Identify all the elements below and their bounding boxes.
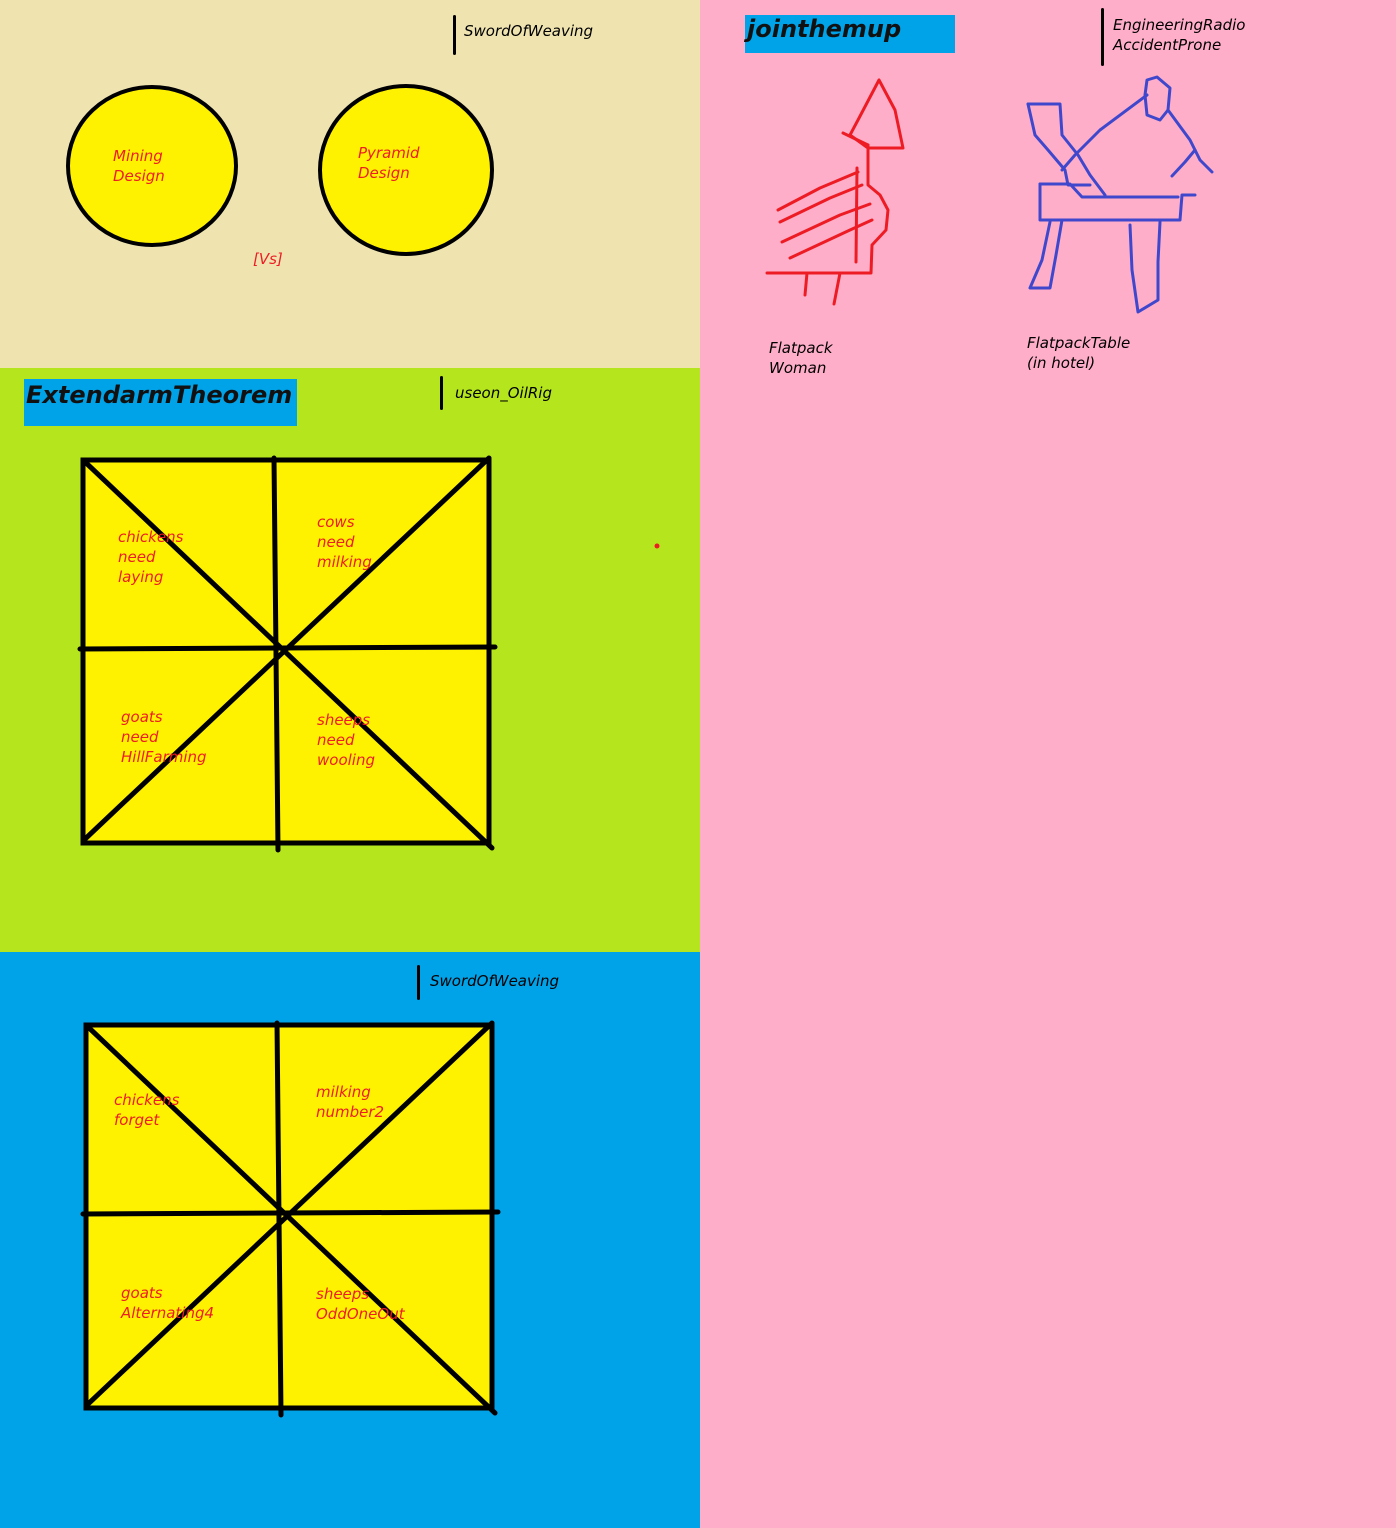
cell-bottom-left: goats Alternating4: [121, 1284, 215, 1322]
cell-bottom-right: sheeps OddOneOut: [316, 1285, 405, 1323]
drawing-left-label: Flatpack Woman: [769, 339, 833, 377]
cell-top-left: chickens forget: [114, 1091, 180, 1129]
flatpack-woman-sketch: [765, 78, 905, 306]
drawing-right-label: FlatpackTable (in hotel): [1027, 334, 1131, 372]
cell-top-right: milking number2: [316, 1083, 385, 1121]
sketch-drawings: [765, 75, 1214, 314]
flatpack-table-sketch: [1026, 75, 1214, 314]
